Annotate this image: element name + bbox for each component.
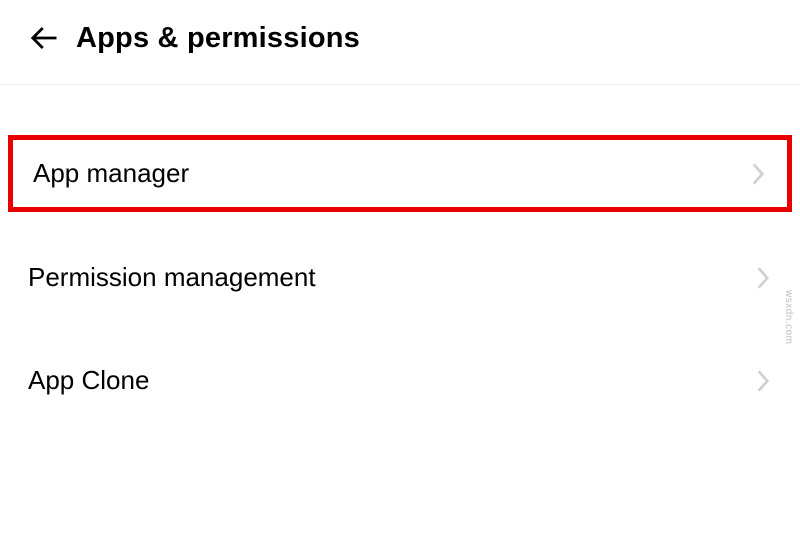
settings-row-app-clone[interactable]: App Clone	[0, 343, 800, 418]
settings-row-label: Permission management	[28, 262, 316, 293]
chevron-right-icon	[754, 264, 772, 292]
page-title: Apps & permissions	[76, 22, 360, 55]
settings-row-permission-management[interactable]: Permission management	[0, 240, 800, 315]
watermark: wsxdn.com	[783, 290, 794, 345]
settings-row-label: App Clone	[28, 365, 149, 396]
header: Apps & permissions	[0, 0, 800, 85]
chevron-right-icon	[749, 160, 767, 188]
settings-row-app-manager[interactable]: App manager	[8, 135, 792, 212]
settings-list: App manager Permission management App Cl…	[0, 85, 800, 418]
chevron-right-icon	[754, 367, 772, 395]
settings-row-label: App manager	[33, 158, 189, 189]
back-icon[interactable]	[24, 18, 64, 58]
